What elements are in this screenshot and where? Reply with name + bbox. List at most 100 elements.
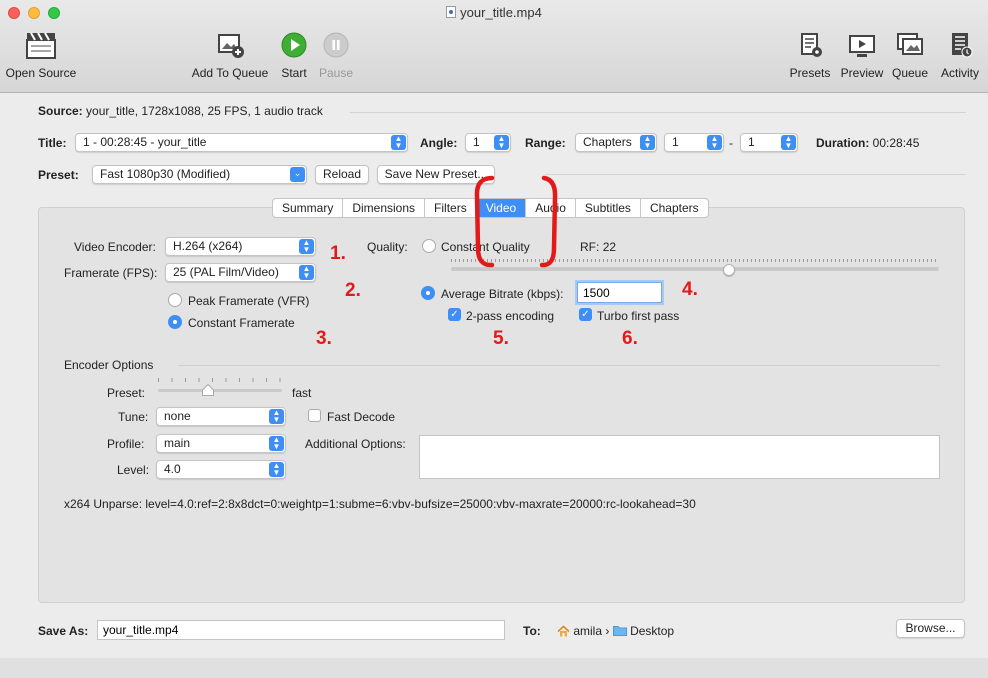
average-bitrate-label: Average Bitrate (kbps): — [441, 287, 564, 301]
encoder-preset-value: fast — [292, 386, 312, 400]
profile-label: Profile: — [107, 437, 145, 451]
stepper-icon: ▲ ▼ — [494, 135, 509, 150]
folder-icon — [612, 625, 627, 639]
tune-label: Tune: — [118, 410, 149, 424]
level-select[interactable]: 4.0 ▲ ▼ — [156, 460, 286, 479]
preview-icon — [849, 35, 875, 57]
peak-framerate-radio[interactable] — [168, 293, 182, 307]
to-label: To: — [523, 624, 541, 638]
window-footer — [0, 658, 988, 678]
save-as-label: Save As: — [38, 624, 89, 638]
add-to-queue-button[interactable]: Add To Queue — [190, 30, 270, 86]
encoder-options-divider — [178, 365, 940, 366]
stepper-icon: ▲ ▼ — [299, 265, 314, 280]
stepper-icon: ▲ ▼ — [391, 135, 406, 150]
activity-button[interactable]: Activity — [934, 30, 986, 86]
profile-select[interactable]: main ▲ ▼ — [156, 434, 286, 453]
annotation-3: 3. — [316, 328, 332, 349]
encoder-preset-slider-knob[interactable] — [202, 383, 214, 396]
range-start-select[interactable]: 1 ▲ ▼ — [664, 133, 724, 152]
annotation-bracket-highlight — [474, 175, 558, 268]
tab-filters[interactable]: Filters — [425, 199, 477, 217]
turbo-first-pass-label: Turbo first pass — [597, 309, 680, 323]
window-title: your_title.mp4 — [0, 5, 988, 20]
framerate-select[interactable]: 25 (PAL Film/Video) ▲ ▼ — [165, 263, 316, 282]
activity-log-icon — [952, 33, 973, 58]
save-as-input[interactable] — [97, 620, 505, 640]
additional-options-label: Additional Options: — [305, 437, 406, 451]
encoder-preset-slider-track — [158, 389, 282, 392]
source-info: Source: your_title, 1728x1088, 25 FPS, 1… — [38, 104, 323, 118]
range-dash: - — [729, 136, 733, 150]
stepper-icon: ▲ ▼ — [640, 135, 655, 150]
pause-icon — [323, 32, 349, 58]
title-select[interactable]: 1 - 00:28:45 - your_title ▲ ▼ — [75, 133, 408, 152]
presets-button[interactable]: Presets — [786, 30, 834, 86]
open-source-button[interactable]: Open Source — [4, 30, 78, 86]
average-bitrate-radio[interactable] — [421, 286, 435, 300]
clapperboard-icon — [26, 32, 56, 59]
queue-button[interactable]: Queue — [888, 30, 932, 86]
tab-chapters[interactable]: Chapters — [641, 199, 708, 217]
pause-button[interactable]: Pause — [316, 30, 356, 86]
stepper-icon: ▲ ▼ — [269, 462, 284, 477]
turbo-first-pass-checkbox[interactable]: ✓ — [579, 308, 592, 321]
annotation-2: 2. — [345, 280, 361, 301]
range-type-select[interactable]: Chapters ▲ ▼ — [575, 133, 657, 152]
annotation-6: 6. — [622, 328, 638, 349]
chevron-down-icon: ⌄ — [290, 167, 305, 182]
tune-select[interactable]: none ▲ ▼ — [156, 407, 286, 426]
constant-quality-radio[interactable] — [422, 239, 436, 253]
average-bitrate-input[interactable] — [577, 282, 662, 303]
preset-label: Preset: — [38, 168, 79, 182]
home-icon — [557, 625, 570, 640]
document-icon — [446, 6, 457, 18]
add-to-queue-icon — [218, 34, 244, 58]
stepper-icon: ▲ ▼ — [269, 436, 284, 451]
annotation-4: 4. — [682, 279, 698, 300]
fast-decode-checkbox[interactable] — [308, 409, 321, 422]
window-toolbar: your_title.mp4 Open Source Add To Queue … — [0, 0, 988, 93]
quality-slider-knob[interactable] — [723, 264, 735, 276]
presets-icon — [801, 33, 822, 57]
tab-summary[interactable]: Summary — [273, 199, 344, 217]
preview-button[interactable]: Preview — [838, 30, 886, 86]
angle-select[interactable]: 1 ▲ ▼ — [465, 133, 511, 152]
constant-framerate-label: Constant Framerate — [188, 316, 295, 330]
encoder-preset-slider-ticks — [158, 378, 282, 382]
destination-path[interactable]: amila › Desktop — [557, 624, 674, 640]
constant-framerate-radio[interactable] — [168, 315, 182, 329]
two-pass-checkbox[interactable]: ✓ — [448, 308, 461, 321]
video-encoder-select[interactable]: H.264 (x264) ▲ ▼ — [165, 237, 316, 256]
level-label: Level: — [117, 463, 150, 477]
annotation-1: 1. — [330, 243, 346, 264]
video-encoder-label: Video Encoder: — [74, 240, 156, 254]
x264-unparse-string: x264 Unparse: level=4.0:ref=2:8x8dct=0:w… — [64, 497, 696, 511]
tab-dimensions[interactable]: Dimensions — [343, 199, 426, 217]
tab-subtitles[interactable]: Subtitles — [576, 199, 641, 217]
encoder-preset-slider[interactable] — [158, 378, 282, 396]
preset-select[interactable]: Fast 1080p30 (Modified) ⌄ — [92, 165, 307, 184]
stepper-icon: ▲ ▼ — [269, 409, 284, 424]
duration: Duration: 00:28:45 — [816, 136, 920, 150]
framerate-label: Framerate (FPS): — [64, 266, 158, 280]
additional-options-textarea[interactable] — [419, 435, 940, 479]
preset-divider — [545, 174, 966, 175]
play-icon — [281, 32, 307, 58]
encoder-preset-label: Preset: — [107, 386, 146, 400]
stepper-icon: ▲ ▼ — [781, 135, 796, 150]
title-label: Title: — [38, 136, 67, 150]
start-button[interactable]: Start — [276, 30, 312, 86]
peak-framerate-label: Peak Framerate (VFR) — [188, 294, 310, 308]
range-end-select[interactable]: 1 ▲ ▼ — [740, 133, 798, 152]
rf-readout: RF: 22 — [580, 240, 617, 254]
browse-button[interactable]: Browse... — [896, 619, 965, 638]
fast-decode-label: Fast Decode — [327, 410, 396, 424]
encoder-options-header: Encoder Options — [64, 358, 154, 372]
angle-label: Angle: — [420, 136, 458, 150]
queue-icon — [897, 33, 923, 55]
stepper-icon: ▲ ▼ — [707, 135, 722, 150]
reload-button[interactable]: Reload — [315, 165, 369, 184]
stepper-icon: ▲ ▼ — [299, 239, 314, 254]
annotation-5: 5. — [493, 328, 509, 349]
